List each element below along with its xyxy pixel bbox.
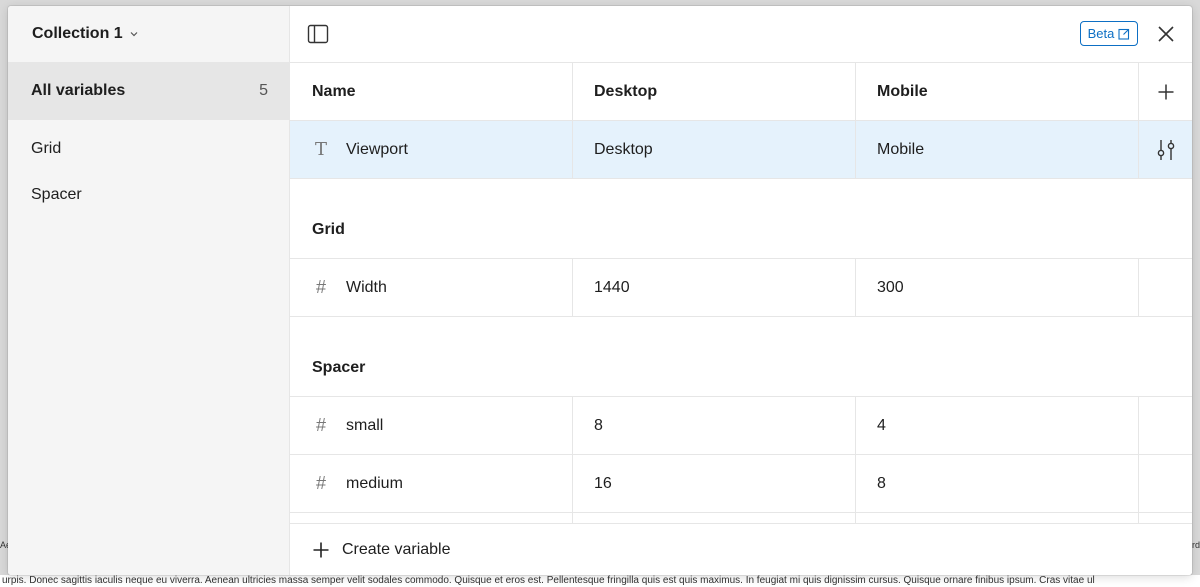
beta-label: Beta [1087, 26, 1115, 41]
group-label: Grid [312, 221, 345, 238]
number-type-icon: # [315, 277, 326, 297]
edit-variable-button[interactable] [1139, 121, 1192, 178]
collection-title: Collection 1 [32, 25, 123, 42]
variable-name-cell[interactable]: T Viewport [290, 121, 573, 178]
number-type-icon: # [315, 415, 326, 435]
table-row[interactable]: # medium 16 8 [290, 455, 1192, 513]
row-action-cell [1139, 455, 1192, 512]
variable-name-cell[interactable]: # medium [290, 455, 573, 512]
variable-name: Viewport [346, 140, 408, 158]
beta-button[interactable]: Beta [1080, 21, 1138, 46]
mobile-value-cell[interactable]: Mobile [856, 121, 1139, 178]
group-label: Spacer [312, 359, 366, 376]
empty-cell [573, 513, 856, 523]
column-header-name: Name [290, 63, 573, 120]
desktop-value-cell[interactable]: 16 [573, 455, 856, 512]
topbar: Beta [290, 6, 1192, 62]
add-mode-button[interactable] [1139, 63, 1192, 120]
variables-modal: Collection 1 All variables 5 Grid Spacer… [8, 6, 1192, 575]
create-variable-label: Create variable [342, 540, 451, 558]
create-variable-button[interactable]: Create variable [290, 523, 1192, 575]
empty-cell [856, 513, 1139, 523]
table-header-row: Name Desktop Mobile [290, 63, 1192, 121]
external-link-icon [1118, 28, 1130, 40]
sidebar-item-spacer[interactable]: Spacer [31, 186, 82, 204]
desktop-value-cell[interactable]: Desktop [573, 121, 856, 178]
chevron-down-icon [130, 32, 138, 37]
column-header-desktop[interactable]: Desktop [573, 63, 856, 120]
variables-table: Name Desktop Mobile T Viewport Desktop M… [290, 62, 1192, 523]
number-type-icon: # [315, 473, 326, 493]
text-type-icon: T [314, 139, 327, 160]
sidebar-item-all-variables[interactable]: All variables 5 [8, 62, 290, 120]
table-row[interactable]: T Viewport Desktop Mobile [290, 121, 1192, 179]
sidebar-toggle-icon[interactable] [306, 22, 330, 46]
group-header-grid: Grid [290, 179, 1192, 259]
variable-name-cell[interactable]: # Width [290, 259, 573, 316]
empty-cell [1139, 513, 1192, 523]
background-page-text: urpis. Donec sagittis iaculis neque eu v… [0, 575, 1200, 587]
close-icon[interactable] [1156, 24, 1176, 44]
mobile-value-cell[interactable]: 300 [856, 259, 1139, 316]
table-row[interactable]: # small 8 4 [290, 397, 1192, 455]
plus-icon [313, 542, 329, 557]
mobile-value-cell[interactable]: 4 [856, 397, 1139, 454]
sliders-icon [1157, 139, 1174, 160]
variable-name-cell[interactable]: # small [290, 397, 573, 454]
collection-selector[interactable]: Collection 1 [8, 6, 290, 62]
sidebar-item-grid[interactable]: Grid [31, 140, 61, 158]
table-row[interactable]: # Width 1440 300 [290, 259, 1192, 317]
mobile-value-cell[interactable]: 8 [856, 455, 1139, 512]
group-header-spacer: Spacer [290, 317, 1192, 397]
variable-name: Width [346, 278, 387, 296]
background-text-right: rd [1191, 540, 1200, 550]
column-header-mobile[interactable]: Mobile [856, 63, 1139, 120]
variable-count: 5 [259, 82, 268, 99]
desktop-value-cell[interactable]: 8 [573, 397, 856, 454]
sidebar: Collection 1 All variables 5 Grid Spacer [8, 6, 290, 575]
plus-icon [1158, 84, 1173, 99]
variable-name: medium [346, 474, 403, 492]
row-action-cell [1139, 397, 1192, 454]
row-action-cell [1139, 259, 1192, 316]
sidebar-item-label: All variables [31, 82, 126, 99]
desktop-value-cell[interactable]: 1440 [573, 259, 856, 316]
table-row [290, 513, 1192, 523]
empty-cell [290, 513, 573, 523]
variable-name: small [346, 416, 384, 434]
